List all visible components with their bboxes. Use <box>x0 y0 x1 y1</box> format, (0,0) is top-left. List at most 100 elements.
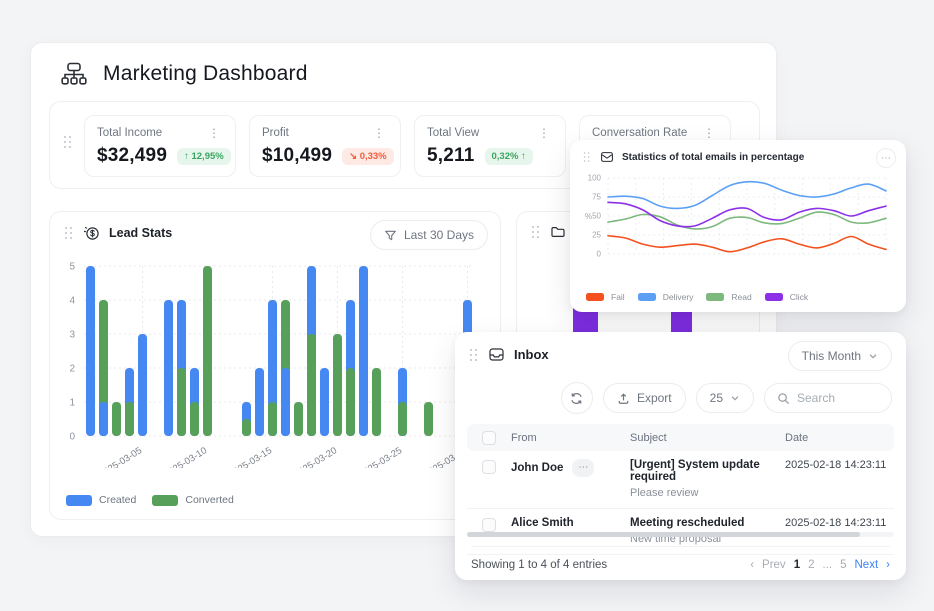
next-arrow[interactable]: › <box>886 559 890 571</box>
legend-label: Created <box>99 494 136 506</box>
svg-text:4: 4 <box>69 296 75 307</box>
email-subject: [Urgent] System update required <box>630 459 785 483</box>
legend-label: Click <box>790 292 808 302</box>
drag-handle[interactable] <box>531 225 541 239</box>
row-menu-button[interactable]: ⋯ <box>572 459 594 477</box>
drag-handle[interactable] <box>64 226 74 240</box>
chevron-down-icon <box>868 351 878 361</box>
stat-value: 5,211 <box>427 145 475 167</box>
inbox-toolbar: Export 25 <box>561 382 892 414</box>
svg-text:2025-03-25: 2025-03-25 <box>357 445 404 468</box>
sender-name: John Doe <box>511 462 563 474</box>
email-stats-chart: 0255075100% <box>578 170 896 280</box>
prev-button[interactable]: Prev <box>762 559 786 571</box>
email-stats-title: Statistics of total emails in percentage <box>622 152 804 163</box>
search-input[interactable] <box>797 391 879 405</box>
entries-summary: Showing 1 to 4 of 4 entries <box>471 559 607 571</box>
funnel-icon <box>384 229 397 242</box>
svg-text:0: 0 <box>69 432 75 443</box>
stat-label: Profit <box>262 127 289 139</box>
table-header-row: From Subject Date <box>467 424 894 451</box>
drag-handle[interactable] <box>469 348 479 362</box>
folder-icon <box>550 224 566 240</box>
delivery-swatch <box>638 293 656 301</box>
stat-label: Conversation Rate <box>592 127 687 139</box>
page-1[interactable]: 1 <box>794 559 800 571</box>
column-header-from: From <box>511 432 630 444</box>
drag-handle[interactable] <box>583 151 591 162</box>
dashboard-header: Marketing Dashboard <box>59 59 308 89</box>
sender-name: Alice Smith <box>511 517 574 529</box>
svg-text:100: 100 <box>588 174 602 183</box>
svg-text:2025-03-15: 2025-03-15 <box>227 445 274 468</box>
kebab-menu-icon[interactable]: ⋮ <box>700 126 718 140</box>
row-checkbox[interactable] <box>482 518 496 532</box>
svg-text:50: 50 <box>592 212 601 221</box>
svg-text:2025-03-20: 2025-03-20 <box>292 445 339 468</box>
stat-label: Total View <box>427 127 479 139</box>
svg-text:25: 25 <box>592 231 601 240</box>
stat-value: $32,499 <box>97 145 167 167</box>
page-5[interactable]: 5 <box>840 559 846 571</box>
email-preview: Please review <box>630 487 785 499</box>
page-2[interactable]: 2 <box>808 559 814 571</box>
search-field[interactable] <box>764 383 892 413</box>
read-swatch <box>706 293 724 301</box>
fail-swatch <box>586 293 604 301</box>
svg-text:%: % <box>585 212 592 221</box>
drag-handle[interactable] <box>63 135 73 149</box>
export-button[interactable]: Export <box>603 383 686 413</box>
prev-arrow[interactable]: ‹ <box>750 559 754 571</box>
pagination: ‹ Prev 1 2 ... 5 Next › <box>750 559 890 571</box>
period-label: This Month <box>802 349 861 363</box>
scrollbar-thumb[interactable] <box>467 532 860 537</box>
inbox-title: Inbox <box>514 347 549 362</box>
legend-item-read: Read <box>706 292 751 302</box>
email-stats-widget: Statistics of total emails in percentage… <box>570 140 906 312</box>
select-all-checkbox[interactable] <box>482 431 496 445</box>
filter-label: Last 30 Days <box>404 228 474 242</box>
svg-text:2: 2 <box>69 364 75 375</box>
svg-text:75: 75 <box>592 193 601 202</box>
svg-text:2025-03-10: 2025-03-10 <box>162 445 209 468</box>
email-subject: Meeting rescheduled <box>630 517 785 529</box>
sitemap-icon <box>59 59 89 89</box>
refresh-button[interactable] <box>561 382 593 414</box>
lead-stats-icon <box>83 224 100 241</box>
legend-item-fail: Fail <box>586 292 625 302</box>
row-checkbox[interactable] <box>482 460 496 474</box>
created-swatch <box>66 495 92 506</box>
kebab-menu-icon[interactable]: ⋮ <box>205 126 223 140</box>
converted-swatch <box>152 495 178 506</box>
lead-stats-chart: 0123452025-03-052025-03-102025-03-152025… <box>56 256 496 468</box>
more-menu-button[interactable]: ⋯ <box>876 148 896 168</box>
filter-button[interactable]: Last 30 Days <box>370 220 488 250</box>
column-header-subject: Subject <box>630 432 785 444</box>
inbox-icon <box>488 346 505 363</box>
stat-card-profit: Profit ⋮ $10,499 ↘ 0,33% <box>249 115 401 177</box>
kebab-menu-icon[interactable]: ⋮ <box>370 126 388 140</box>
trend-badge: ↘ 0,33% <box>342 148 394 165</box>
page-ellipsis: ... <box>823 559 833 571</box>
export-label: Export <box>637 391 672 405</box>
inbox-widget: Inbox This Month Export <box>455 332 906 580</box>
next-button[interactable]: Next <box>855 559 879 571</box>
stat-card-total-view: Total View ⋮ 5,211 0,32% ↑ <box>414 115 566 177</box>
click-swatch <box>765 293 783 301</box>
page-size-dropdown[interactable]: 25 <box>696 383 754 413</box>
svg-text:5: 5 <box>69 262 75 273</box>
svg-text:3: 3 <box>69 330 75 341</box>
horizontal-scrollbar[interactable] <box>467 532 894 537</box>
legend-label: Delivery <box>663 292 694 302</box>
period-dropdown[interactable]: This Month <box>788 341 892 371</box>
table-row[interactable]: John Doe ⋯ [Urgent] System update requir… <box>467 451 894 509</box>
chevron-down-icon <box>730 393 740 403</box>
search-icon <box>777 392 790 405</box>
svg-text:2025-03-05: 2025-03-05 <box>97 445 144 468</box>
lead-legend: Created Converted <box>66 494 234 506</box>
kebab-menu-icon[interactable]: ⋮ <box>535 126 553 140</box>
stat-value: $10,499 <box>262 145 332 167</box>
inbox-footer: Showing 1 to 4 of 4 entries ‹ Prev 1 2 .… <box>471 546 890 571</box>
legend-label: Converted <box>185 494 233 506</box>
legend-item-created: Created <box>66 494 136 506</box>
